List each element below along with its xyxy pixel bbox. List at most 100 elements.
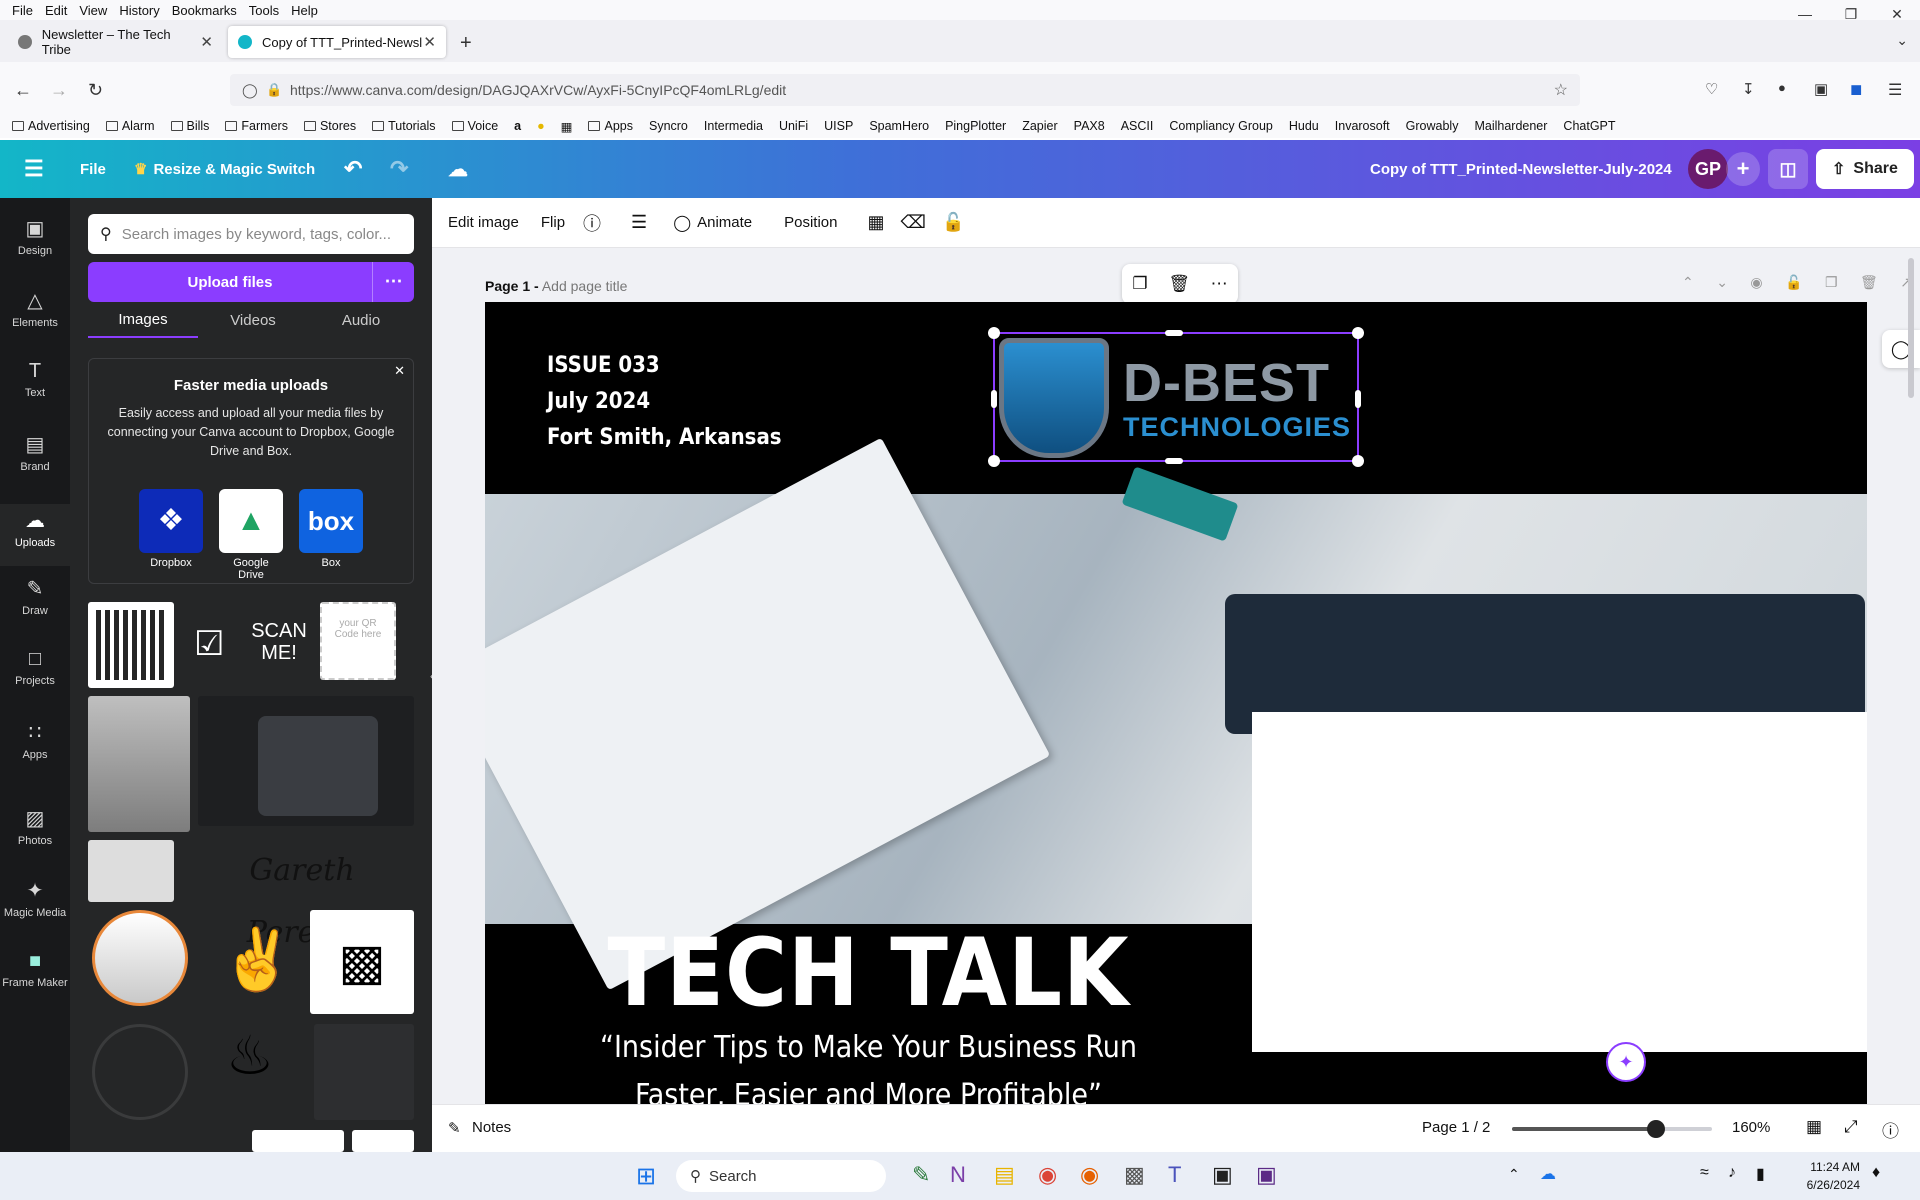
page-down-icon[interactable]: ⌄	[1716, 274, 1728, 291]
paint-roller-icon[interactable]: ⌫	[901, 212, 926, 233]
app-icon-3[interactable]: ▣	[1256, 1162, 1277, 1188]
transparency-icon[interactable]: ▦	[868, 212, 885, 233]
rail-elements[interactable]: △ Elements	[0, 288, 70, 329]
upload-files-button[interactable]: Upload files	[88, 274, 372, 291]
bookmark-calendar-icon[interactable]: ▦	[561, 119, 573, 134]
rail-projects[interactable]: □ Projects	[0, 648, 70, 687]
google-drive-button[interactable]: ▲ Google Drive	[219, 489, 283, 581]
bookmark-unifi[interactable]: UniFi	[779, 119, 808, 133]
cooking-pan-icon[interactable]: ♨	[198, 1024, 302, 1114]
tab-canva[interactable]: Copy of TTT_Printed-Newslette ✕	[228, 26, 446, 58]
duplicate-page-icon[interactable]: ❐	[1825, 274, 1838, 291]
bookmark-ascii[interactable]: ASCII	[1121, 119, 1154, 133]
bookmark-zapier[interactable]: Zapier	[1022, 119, 1057, 133]
add-comment-icon[interactable]: ◯	[1882, 330, 1920, 368]
close-tab-icon[interactable]: ✕	[423, 33, 436, 51]
page-title-input[interactable]: Add page title	[542, 278, 628, 294]
tab-images[interactable]: Images	[88, 311, 198, 338]
edit-image-button[interactable]: Edit image	[448, 214, 519, 231]
back-icon[interactable]: ←	[14, 80, 32, 101]
bookmark-uisp[interactable]: UISP	[824, 119, 853, 133]
bookmark-folder-stores[interactable]: Stores	[303, 119, 356, 133]
bookmark-folder-apps[interactable]: Apps	[588, 119, 633, 133]
undo-icon[interactable]: ↶	[344, 140, 362, 198]
flip-button[interactable]: Flip	[541, 214, 565, 231]
zoom-slider[interactable]	[1512, 1120, 1712, 1138]
zoom-slider-knob[interactable]	[1647, 1120, 1665, 1138]
page-counter[interactable]: Page 1 / 2	[1422, 1119, 1490, 1136]
resize-handle[interactable]	[991, 390, 997, 408]
volume-icon[interactable]: ♪	[1728, 1164, 1736, 1182]
qr-code-thumbnail[interactable]	[88, 602, 174, 688]
new-tab-icon[interactable]: +	[460, 32, 472, 55]
bingo-card-thumbnail[interactable]	[314, 1024, 414, 1120]
firefox-app-icon[interactable]: ◉	[1080, 1162, 1099, 1188]
downloads-icon[interactable]: ↧	[1742, 80, 1755, 98]
bookmark-hudu[interactable]: Hudu	[1289, 119, 1319, 133]
tab-audio[interactable]: Audio	[308, 312, 414, 337]
forward-icon[interactable]: →	[50, 80, 68, 101]
onedrive-icon[interactable]: ☁	[1540, 1164, 1556, 1184]
document-title[interactable]: Copy of TTT_Printed-Newsletter-July-2024	[1370, 140, 1672, 198]
search-input[interactable]: ⚲ Search images by keyword, tags, color.…	[88, 214, 414, 254]
tagline-line-1[interactable]: “Insider Tips to Make Your Business Run	[485, 1024, 1252, 1072]
rail-text[interactable]: T Text	[0, 360, 70, 399]
resize-magic-switch-button[interactable]: ♛ Resize & Magic Switch	[134, 140, 315, 198]
hamburger-menu-icon[interactable]: ☰	[24, 140, 44, 198]
file-explorer-icon[interactable]: ▤	[994, 1162, 1015, 1188]
amazon-bookmark-icon[interactable]: a	[514, 119, 521, 133]
bookmark-growably[interactable]: Growably	[1406, 119, 1459, 133]
tray-expand-icon[interactable]: ⌃	[1508, 1166, 1520, 1183]
resize-handle[interactable]	[1165, 458, 1183, 464]
round-headshot-thumbnail[interactable]	[92, 910, 188, 1006]
notepad-app-icon[interactable]: ✎	[912, 1162, 930, 1188]
rail-magic-media[interactable]: ✦ Magic Media	[0, 878, 70, 919]
dropbox-button[interactable]: ❖ Dropbox	[139, 489, 203, 569]
notes-button[interactable]: Notes	[472, 1119, 511, 1136]
notification-bell-icon[interactable]: ♦	[1872, 1164, 1880, 1182]
bookmark-compliancy-group[interactable]: Compliancy Group	[1169, 119, 1273, 133]
bookmark-star-icon[interactable]: ☆	[1554, 80, 1568, 100]
invite-plus-icon[interactable]: +	[1726, 152, 1760, 186]
menu-help[interactable]: Help	[291, 3, 318, 18]
bookmark-folder-farmers[interactable]: Farmers	[225, 119, 288, 133]
desk-phone-thumbnail[interactable]	[198, 696, 414, 826]
account-icon[interactable]: ●	[1778, 80, 1786, 95]
lock-page-icon[interactable]: 🔓	[1785, 274, 1802, 291]
menu-tools[interactable]: Tools	[249, 3, 279, 18]
onenote-app-icon[interactable]: N	[950, 1162, 966, 1188]
hide-page-icon[interactable]: ◉	[1750, 274, 1762, 291]
clock[interactable]: 11:24 AM 6/26/2024	[1790, 1158, 1860, 1194]
app-menu-icon[interactable]: ☰	[1888, 80, 1902, 100]
resize-handle[interactable]	[1352, 327, 1364, 339]
bookmark-folder-tutorials[interactable]: Tutorials	[372, 119, 436, 133]
thumbnail-partial-1[interactable]	[252, 1130, 344, 1152]
menu-bookmarks[interactable]: Bookmarks	[172, 3, 237, 18]
qr-placeholder-thumbnail[interactable]: your QR Code here	[320, 602, 396, 680]
menu-file[interactable]: File	[12, 3, 33, 18]
bookmark-mailhardener[interactable]: Mailhardener	[1474, 119, 1547, 133]
resize-handle[interactable]	[1352, 455, 1364, 467]
shield-icon[interactable]: ◯	[242, 82, 258, 99]
fingers-crossed-icon[interactable]: ✌	[220, 910, 295, 1010]
phone-screen-thumbnail[interactable]	[88, 840, 174, 902]
info-icon[interactable]: ⓘ	[583, 210, 601, 236]
menu-edit[interactable]: Edit	[45, 3, 67, 18]
app-icon-2[interactable]: ▣	[1212, 1162, 1233, 1188]
rail-apps[interactable]: ∷ Apps	[0, 720, 70, 761]
close-card-icon[interactable]: ✕	[394, 363, 405, 379]
position-button[interactable]: Position	[784, 214, 837, 231]
share-button[interactable]: ⇧ Share	[1816, 149, 1914, 189]
close-tab-icon[interactable]: ✕	[200, 33, 213, 51]
bookmark-folder-voice[interactable]: Voice	[451, 119, 498, 133]
bookmark-folder-bills[interactable]: Bills	[170, 119, 209, 133]
rail-photos[interactable]: ▨ Photos	[0, 806, 70, 847]
pocket-icon[interactable]: ♡	[1705, 80, 1718, 98]
bookmark-yellow-icon[interactable]: ●	[537, 119, 545, 133]
rail-frame-maker[interactable]: ■ Frame Maker	[0, 950, 70, 989]
bookmark-intermedia[interactable]: Intermedia	[704, 119, 763, 133]
signature-thumbnail[interactable]: Gareth Pereira	[190, 840, 414, 950]
bitwarden-icon[interactable]: ◼	[1850, 80, 1862, 98]
rail-draw[interactable]: ✎ Draw	[0, 576, 70, 617]
chrome-app-icon[interactable]: ◉	[1038, 1162, 1057, 1188]
